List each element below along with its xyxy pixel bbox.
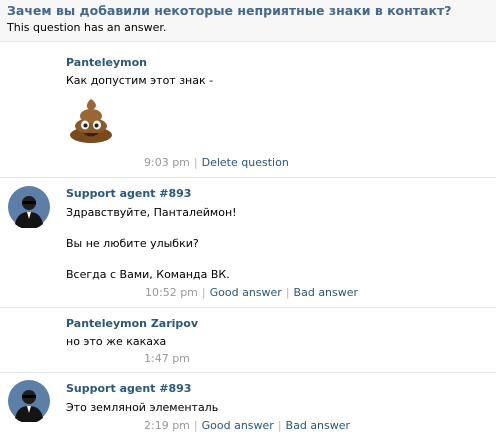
question-status: This question has an answer. xyxy=(7,21,167,34)
message-item: Panteleymon Как допустим этот знак - 9:0… xyxy=(0,42,496,178)
message-time: 2:19 pm xyxy=(144,419,190,432)
message-author[interactable]: Support agent #893 xyxy=(66,382,191,395)
message-item: Support agent #893 Здравствуйте, Пантале… xyxy=(0,178,496,308)
message-time: 10:52 pm xyxy=(145,286,198,299)
message-author[interactable]: Panteleymon xyxy=(66,56,147,69)
question-title: Зачем вы добавили некоторые неприятные з… xyxy=(7,3,452,18)
message-item: Panteleymon Zaripov но это же какаха 1:4… xyxy=(0,308,496,373)
message-text: Всегда с Вами, Команда ВК. xyxy=(66,268,230,281)
message-time: 1:47 pm xyxy=(144,352,190,365)
poop-emoji-icon xyxy=(66,95,116,148)
message-item: Support agent #893 Это земляной элемента… xyxy=(0,373,496,438)
delete-question-link[interactable]: Delete question xyxy=(202,156,289,169)
message-text: Здравствуйте, Панталеймон! xyxy=(66,206,237,219)
bad-answer-link[interactable]: Bad answer xyxy=(294,286,359,299)
support-agent-avatar-icon[interactable] xyxy=(8,380,50,424)
message-author[interactable]: Support agent #893 xyxy=(66,187,191,200)
support-agent-avatar-icon[interactable] xyxy=(8,186,50,230)
bad-answer-link[interactable]: Bad answer xyxy=(286,419,351,432)
message-author[interactable]: Panteleymon Zaripov xyxy=(66,317,198,330)
message-meta: 2:19 pm | Good answer | Bad answer xyxy=(144,419,351,432)
message-meta: 10:52 pm | Good answer | Bad answer xyxy=(145,286,359,299)
message-meta: 9:03 pm | Delete question xyxy=(144,156,289,169)
message-time: 9:03 pm xyxy=(144,156,190,169)
message-text: Вы не любите улыбки? xyxy=(66,237,199,250)
good-answer-link[interactable]: Good answer xyxy=(202,419,274,432)
message-text: Как допустим этот знак - xyxy=(66,74,214,87)
message-meta: 1:47 pm xyxy=(144,352,190,365)
good-answer-link[interactable]: Good answer xyxy=(210,286,282,299)
message-text: но это же какаха xyxy=(66,335,167,348)
question-header: Зачем вы добавили некоторые неприятные з… xyxy=(0,0,496,42)
message-text: Это земляной элементаль xyxy=(66,401,219,414)
